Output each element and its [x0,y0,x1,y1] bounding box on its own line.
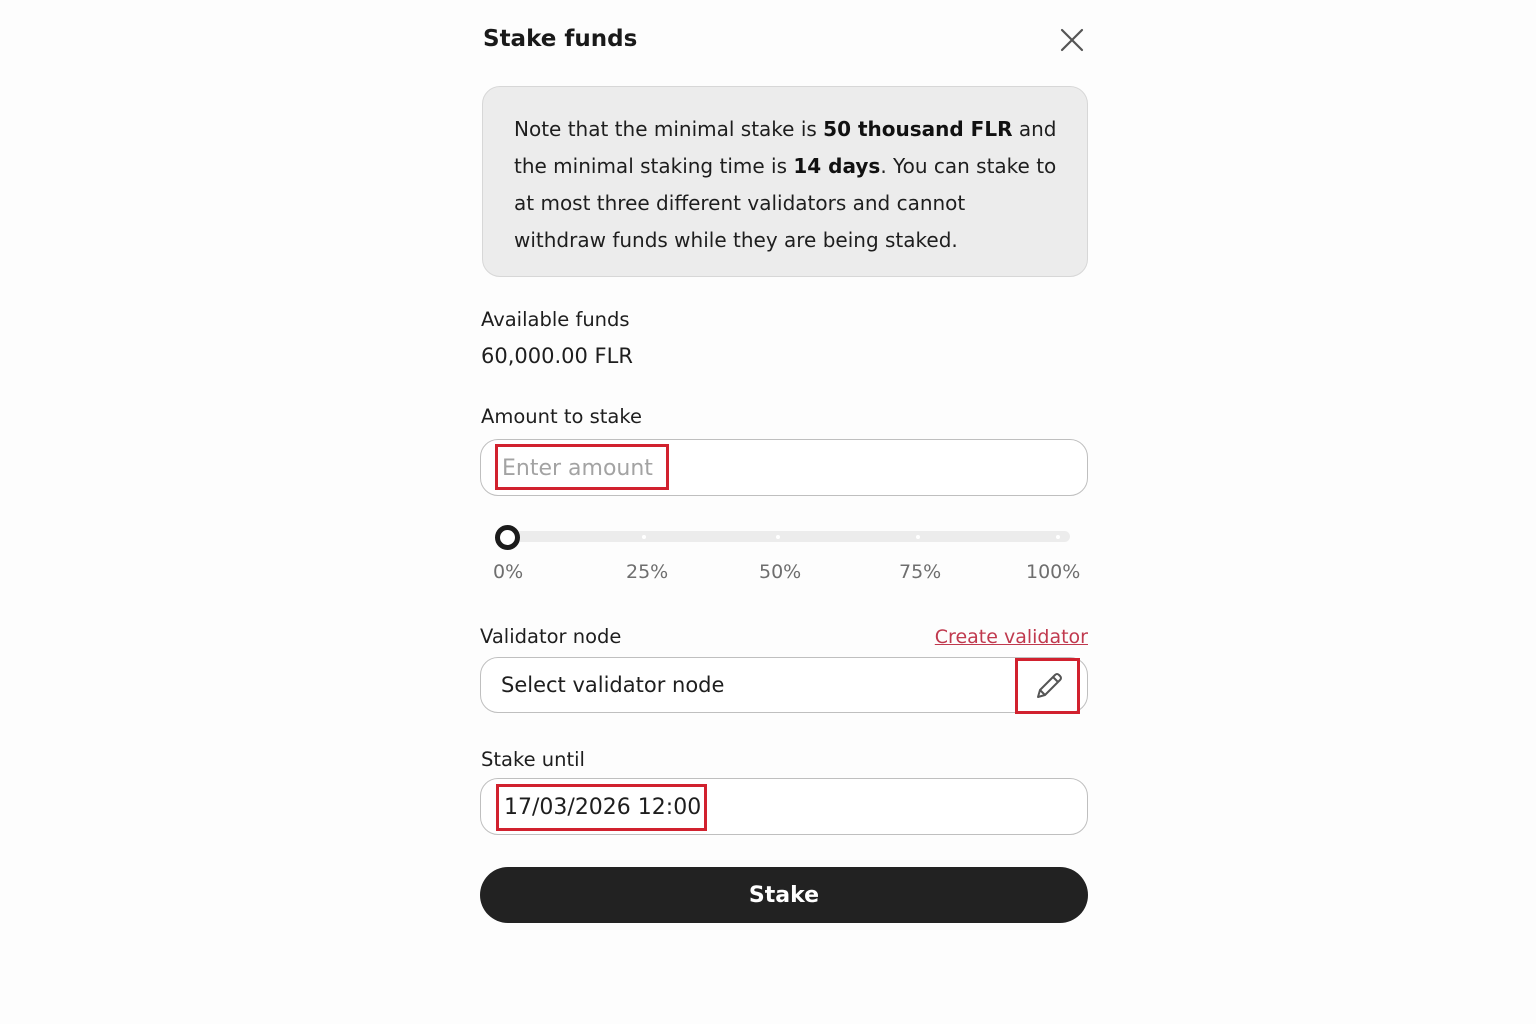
stake-button[interactable]: Stake [480,867,1088,923]
pencil-icon [1037,673,1062,698]
create-validator-link[interactable]: Create validator [935,626,1088,648]
stake-funds-modal: Stake funds Note that the minimal stake … [480,0,1090,1024]
amount-slider-thumb[interactable] [495,525,520,550]
validator-node-select[interactable]: Select validator node [480,657,1088,713]
slider-dot-100 [1056,535,1060,539]
amount-slider-track[interactable] [506,531,1070,542]
stake-until-field[interactable] [480,778,1088,835]
slider-dot-50 [776,535,780,539]
validator-node-placeholder: Select validator node [501,673,725,697]
slider-tick-50: 50% [759,561,802,583]
slider-tick-100: 100% [1026,561,1081,583]
note-min-stake: 50 thousand FLR [823,117,1013,141]
slider-tick-25: 25% [626,561,669,583]
available-funds-label: Available funds [481,308,630,331]
slider-dot-75 [916,535,920,539]
slider-dot-25 [642,535,646,539]
stake-until-input[interactable] [504,791,964,823]
stake-until-label: Stake until [481,748,585,771]
amount-input[interactable] [502,452,962,484]
edit-validator-button[interactable] [1029,666,1069,706]
amount-field[interactable] [480,439,1088,496]
close-button[interactable] [1058,26,1086,54]
staking-note: Note that the minimal stake is 50 thousa… [482,86,1088,277]
note-min-time: 14 days [793,154,881,178]
slider-tick-0: 0% [493,561,524,583]
close-icon [1060,28,1084,52]
available-funds-value: 60,000.00 FLR [481,344,633,368]
validator-node-label: Validator node [480,625,622,648]
slider-tick-75: 75% [899,561,942,583]
modal-title: Stake funds [483,26,638,52]
note-text-1: Note that the minimal stake is [514,117,824,141]
amount-label: Amount to stake [481,405,642,428]
